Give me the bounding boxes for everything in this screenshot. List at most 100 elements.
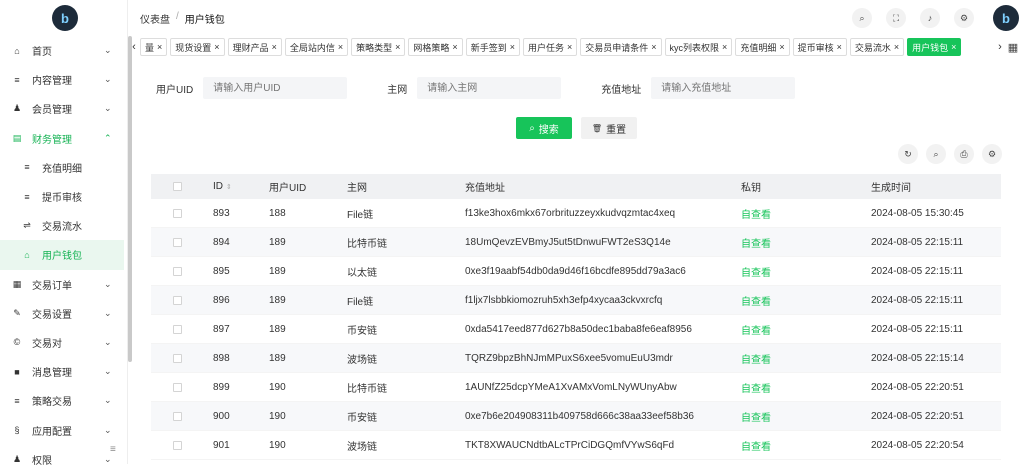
close-icon[interactable]: × — [452, 42, 457, 52]
tab[interactable]: 提币审核 × — [792, 38, 847, 56]
close-icon[interactable]: × — [214, 42, 219, 52]
uid-label: 用户UID — [156, 84, 194, 96]
tab[interactable]: 用户任务 × — [522, 38, 578, 56]
close-icon[interactable]: × — [510, 42, 515, 52]
tab[interactable]: 网格策略 × — [408, 38, 463, 56]
table-row[interactable]: 896 189 File链 f1ljx7lsbbkiomozruh5xh3efp4xy… — [151, 286, 1001, 315]
search-button[interactable]: ⌕ 搜索 — [516, 117, 572, 139]
sidebar-item[interactable]: ≡ 策略交易 ⌄ — [0, 386, 128, 415]
tab[interactable]: 理财产品 × — [227, 38, 282, 56]
close-icon[interactable]: × — [837, 42, 842, 52]
view-key-link[interactable]: 自查看 — [741, 351, 871, 366]
sidebar-item[interactable]: ✎ 交易设置 ⌄ — [0, 299, 128, 328]
tab[interactable]: 策略类型 × — [351, 38, 406, 56]
close-icon[interactable]: × — [338, 42, 343, 52]
search-toggle-icon[interactable]: ⌕ — [926, 144, 946, 164]
sort-icon[interactable]: ⇕ — [226, 184, 232, 191]
close-icon[interactable]: × — [651, 42, 656, 52]
sidebar-item[interactable]: ■ 消息管理 ⌄ — [0, 357, 128, 386]
app-logo[interactable]: b — [52, 5, 78, 31]
tab[interactable]: kyc列表权限 × — [664, 38, 733, 56]
view-key-link[interactable]: 自查看 — [741, 206, 871, 221]
row-checkbox[interactable] — [172, 440, 182, 450]
sidebar-item[interactable]: ⌂ 首页 ⌄ — [0, 36, 128, 65]
settings-icon[interactable]: ⚙ — [954, 8, 974, 28]
table-row[interactable]: 901 190 波场链 TKT8XWAUCNdtbALcTPrCiDGQmfVYwS6… — [151, 431, 1001, 460]
cell-address: 0xe7b6e204908311b409758d666c38aa33eef58b… — [465, 410, 694, 422]
collapse-icon[interactable]: ≡ — [110, 444, 116, 455]
table-row[interactable]: 898 189 波场链 TQRZ9bpzBhNJmMPuxS6xee5vomuEuU3… — [151, 344, 1001, 373]
tab[interactable]: 现货设置 × — [170, 38, 225, 56]
view-key-link[interactable]: 自查看 — [741, 235, 871, 250]
close-icon[interactable]: × — [272, 42, 277, 52]
sidebar-item[interactable]: ▤ 财务管理 ⌃ — [0, 124, 128, 153]
sidebar-item[interactable]: § 应用配置 ⌄ — [0, 415, 128, 444]
view-key-link[interactable]: 自查看 — [741, 293, 871, 308]
chain-input[interactable] — [417, 77, 562, 99]
row-checkbox[interactable] — [172, 353, 182, 363]
tab[interactable]: 新手签到 × — [465, 38, 520, 56]
sidebar-item[interactable]: ≡ 内容管理 ⌄ — [0, 65, 128, 94]
sidebar-item[interactable]: ⌂ 用户钱包 — [0, 240, 124, 270]
select-all-checkbox[interactable] — [172, 182, 182, 191]
tab-scroll-right-icon[interactable]: › — [994, 41, 1006, 53]
sidebar-item[interactable]: ♟ 权限 ⌄ — [0, 445, 128, 474]
close-icon[interactable]: × — [951, 42, 956, 52]
uid-input[interactable] — [203, 77, 348, 99]
print-icon[interactable]: ⎙ — [954, 144, 974, 164]
close-icon[interactable]: × — [567, 42, 572, 52]
tab[interactable]: 充值明细 × — [735, 38, 790, 56]
table-row[interactable]: 894 189 比特币链 18UmQevzEVBmyJ5ut5tDnwuFWT2eS3… — [151, 228, 1001, 257]
table-row[interactable]: 899 190 比特币链 1AUNfZ25dcpYMeA1XvAMxVomLNyWUn… — [151, 373, 1001, 402]
tab[interactable]: 全局站内信 × — [284, 38, 349, 56]
row-checkbox[interactable] — [172, 324, 182, 334]
sidebar-scrollbar[interactable] — [128, 36, 132, 362]
tab[interactable]: 交易流水 × — [849, 38, 905, 56]
tab[interactable]: 量 × — [140, 38, 168, 56]
close-icon[interactable]: × — [894, 42, 899, 52]
view-key-link[interactable]: 自查看 — [741, 264, 871, 279]
tab[interactable]: 交易员申请条件 × — [580, 38, 662, 56]
column-settings-icon[interactable]: ⚙ — [982, 144, 1002, 164]
table-row[interactable]: 900 190 币安链 0xe7b6e204908311b409758d666c38a… — [151, 402, 1001, 431]
bell-icon[interactable]: ♪ — [920, 8, 940, 28]
close-icon[interactable]: × — [157, 42, 162, 52]
header-id[interactable]: ID ⇕ — [203, 181, 269, 192]
row-checkbox[interactable] — [172, 208, 182, 218]
sidebar-item[interactable]: © 交易对 ⌄ — [0, 328, 128, 357]
view-key-link[interactable]: 自查看 — [741, 438, 871, 453]
chevron-icon: ⌄ — [104, 45, 112, 56]
close-icon[interactable]: × — [779, 42, 784, 52]
refresh-icon[interactable]: ↻ — [898, 144, 918, 164]
row-checkbox[interactable] — [172, 295, 182, 305]
breadcrumb-dashboard[interactable]: 仪表盘 — [140, 11, 170, 26]
close-icon[interactable]: × — [722, 42, 727, 52]
row-checkbox[interactable] — [172, 382, 182, 392]
view-key-link[interactable]: 自查看 — [741, 380, 871, 395]
search-icon[interactable]: ⌕ — [852, 8, 872, 28]
tab-menu-icon[interactable]: ▦ — [1006, 41, 1020, 54]
table-row[interactable]: 895 189 以太链 0xe3f19aabf54db0da9d46f16bcdfe8… — [151, 257, 1001, 286]
avatar[interactable]: b — [993, 5, 1019, 31]
table-row[interactable]: 897 189 币安链 0xda5417eed877d627b8a50dec1baba… — [151, 315, 1001, 344]
row-checkbox[interactable] — [172, 411, 182, 421]
sidebar-item[interactable]: ≡ 提币审核 — [0, 182, 128, 211]
reset-button[interactable]: 🗑 重置 — [581, 117, 637, 139]
fullscreen-icon[interactable]: ⛶ — [886, 8, 906, 28]
tab-scroll-left-icon[interactable]: ‹ — [128, 41, 140, 53]
sidebar-item[interactable]: ≡ 充值明细 — [0, 153, 128, 182]
close-icon[interactable]: × — [395, 42, 400, 52]
view-key-link[interactable]: 自查看 — [741, 409, 871, 424]
table-row[interactable]: 893 188 File链 f13ke3hox6mkx67orbrituzzeyxku… — [151, 199, 1001, 228]
breadcrumb-current: 用户钱包 — [184, 14, 225, 26]
sidebar-item[interactable]: ♟ 会员管理 ⌄ — [0, 94, 128, 123]
row-checkbox[interactable] — [172, 237, 182, 247]
address-input[interactable] — [651, 77, 796, 99]
view-key-link[interactable]: 自查看 — [741, 322, 871, 337]
tab[interactable]: 用户钱包 × — [907, 38, 962, 56]
cell-uid: 189 — [269, 265, 286, 277]
sidebar-item[interactable]: ▦ 交易订单 ⌄ — [0, 270, 128, 299]
row-checkbox[interactable] — [172, 266, 182, 276]
sidebar-item[interactable]: ⇌ 交易流水 — [0, 211, 128, 240]
list-icon: ≡ — [14, 74, 20, 85]
